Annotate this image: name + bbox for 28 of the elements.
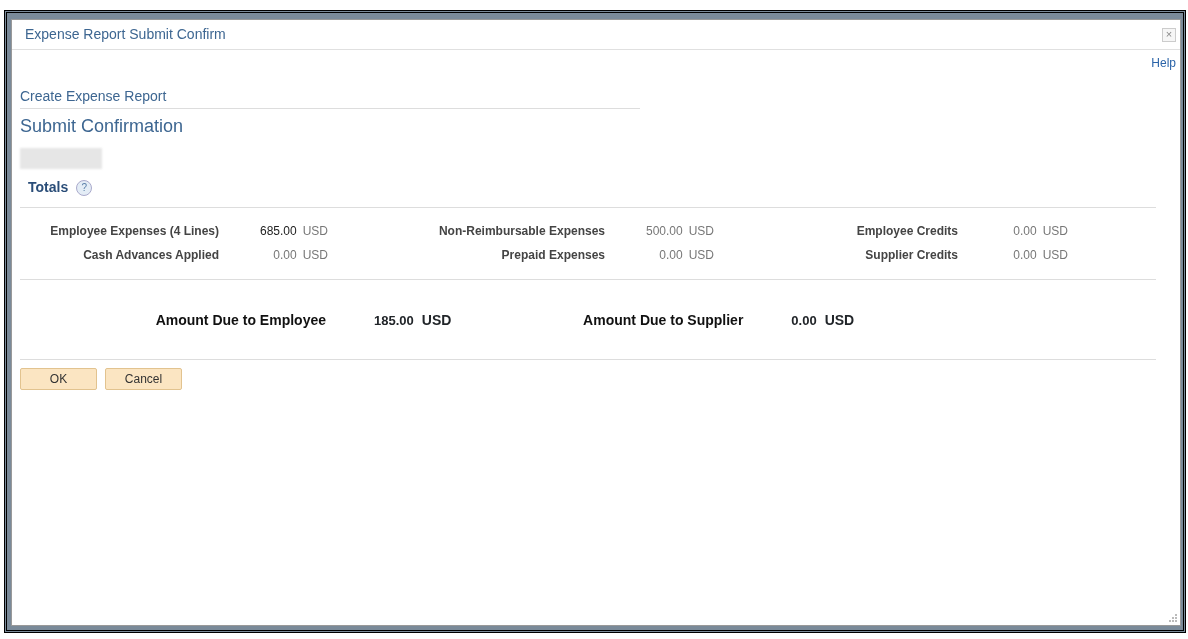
dialog-button[interactable]: OK: [20, 368, 97, 390]
close-button[interactable]: ×: [1162, 27, 1176, 42]
total-amount: 0.00 USD: [1012, 247, 1069, 264]
help-icon[interactable]: ?: [76, 179, 93, 196]
window-title: Expense Report Submit Confirm: [25, 25, 226, 44]
total-label: Employee Credits: [855, 223, 958, 240]
due-amount: 185.00: [374, 311, 414, 330]
resize-grip-icon[interactable]: [1168, 613, 1178, 623]
total-label: Prepaid Expenses: [500, 247, 605, 264]
total-amount: 685.00 USD: [258, 223, 329, 240]
total-amount: 500.00 USD: [644, 223, 715, 240]
total-label: Supplier Credits: [864, 247, 958, 264]
total-label: Non-Reimbursable Expenses: [437, 223, 605, 240]
total-amount: 0.00 USD: [272, 247, 329, 264]
total-label: Cash Advances Applied: [82, 247, 219, 264]
page-title: Submit Confirmation: [20, 115, 185, 138]
due-currency: USD: [421, 311, 452, 330]
total-amount: 0.00 USD: [658, 247, 715, 264]
total-label: Employee Expenses (4 Lines): [49, 223, 219, 240]
section-heading: Totals: [28, 178, 69, 197]
due-label: Amount Due to Supplier: [582, 311, 744, 330]
due-amount: 0.00: [791, 311, 817, 330]
dialog-button[interactable]: Cancel: [105, 368, 182, 390]
due-label: Amount Due to Employee: [154, 311, 326, 330]
breadcrumb-text: Create Expense Report: [20, 86, 640, 109]
total-amount: 0.00 USD: [1012, 223, 1069, 240]
due-currency: USD: [824, 311, 855, 330]
help-link[interactable]: Help: [1151, 54, 1176, 72]
